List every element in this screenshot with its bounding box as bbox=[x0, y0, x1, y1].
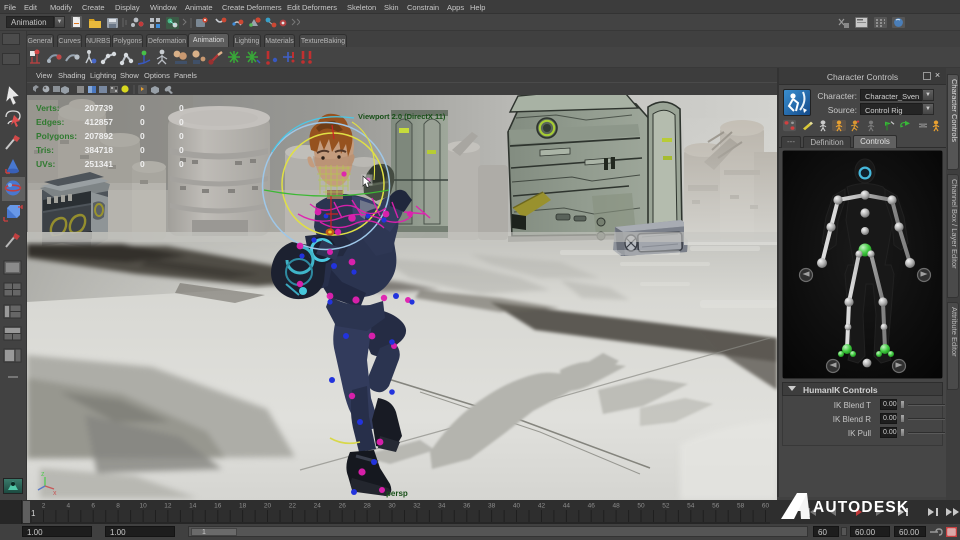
svg-text:z: z bbox=[41, 471, 45, 478]
svg-text:UVs:: UVs: bbox=[36, 159, 56, 169]
svg-text:0: 0 bbox=[140, 103, 145, 113]
svg-text:22: 22 bbox=[289, 503, 297, 510]
svg-text:AUTODESK: AUTODESK bbox=[813, 499, 909, 516]
svg-text:52: 52 bbox=[662, 503, 670, 510]
svg-text:56: 56 bbox=[712, 503, 720, 510]
svg-text:24: 24 bbox=[314, 503, 322, 510]
svg-text:Viewport 2.0 (DirectX 11): Viewport 2.0 (DirectX 11) bbox=[358, 112, 446, 121]
svg-text:46: 46 bbox=[588, 503, 596, 510]
svg-text:50: 50 bbox=[637, 503, 645, 510]
svg-text:x: x bbox=[53, 490, 57, 497]
svg-text:36: 36 bbox=[463, 503, 471, 510]
svg-text:30: 30 bbox=[388, 503, 396, 510]
svg-text:10: 10 bbox=[139, 503, 147, 510]
svg-text:8: 8 bbox=[116, 503, 120, 510]
svg-text:Tris:: Tris: bbox=[36, 145, 54, 155]
svg-text:0: 0 bbox=[140, 131, 145, 141]
svg-text:207892: 207892 bbox=[85, 131, 114, 141]
svg-text:26: 26 bbox=[339, 503, 347, 510]
svg-text:0: 0 bbox=[179, 159, 184, 169]
svg-text:persp: persp bbox=[386, 489, 408, 498]
svg-text:Edges:: Edges: bbox=[36, 117, 65, 127]
svg-text:20: 20 bbox=[264, 503, 272, 510]
svg-text:16: 16 bbox=[214, 503, 222, 510]
svg-text:0: 0 bbox=[179, 131, 184, 141]
svg-text:40: 40 bbox=[513, 503, 521, 510]
svg-text:42: 42 bbox=[538, 503, 546, 510]
svg-text:6: 6 bbox=[91, 503, 95, 510]
svg-text:48: 48 bbox=[612, 503, 620, 510]
svg-text:14: 14 bbox=[189, 503, 197, 510]
svg-text:12: 12 bbox=[164, 503, 172, 510]
svg-text:60: 60 bbox=[762, 503, 770, 510]
svg-text:0: 0 bbox=[140, 117, 145, 127]
svg-text:412857: 412857 bbox=[85, 117, 114, 127]
svg-text:Polygons:: Polygons: bbox=[36, 131, 77, 141]
svg-text:384718: 384718 bbox=[85, 145, 114, 155]
svg-text:0: 0 bbox=[179, 103, 184, 113]
svg-text:34: 34 bbox=[438, 503, 446, 510]
svg-text:58: 58 bbox=[737, 503, 745, 510]
svg-text:207739: 207739 bbox=[85, 103, 114, 113]
svg-text:44: 44 bbox=[563, 503, 571, 510]
svg-text:0: 0 bbox=[140, 145, 145, 155]
svg-text:54: 54 bbox=[687, 503, 695, 510]
svg-text:38: 38 bbox=[488, 503, 496, 510]
svg-text:18: 18 bbox=[239, 503, 247, 510]
svg-text:Verts:: Verts: bbox=[36, 103, 60, 113]
svg-text:32: 32 bbox=[413, 503, 421, 510]
svg-text:28: 28 bbox=[363, 503, 371, 510]
svg-text:2: 2 bbox=[42, 503, 46, 510]
svg-text:4: 4 bbox=[66, 503, 70, 510]
svg-text:0: 0 bbox=[140, 159, 145, 169]
svg-text:0: 0 bbox=[179, 117, 184, 127]
svg-text:251341: 251341 bbox=[85, 159, 114, 169]
svg-text:0: 0 bbox=[179, 145, 184, 155]
